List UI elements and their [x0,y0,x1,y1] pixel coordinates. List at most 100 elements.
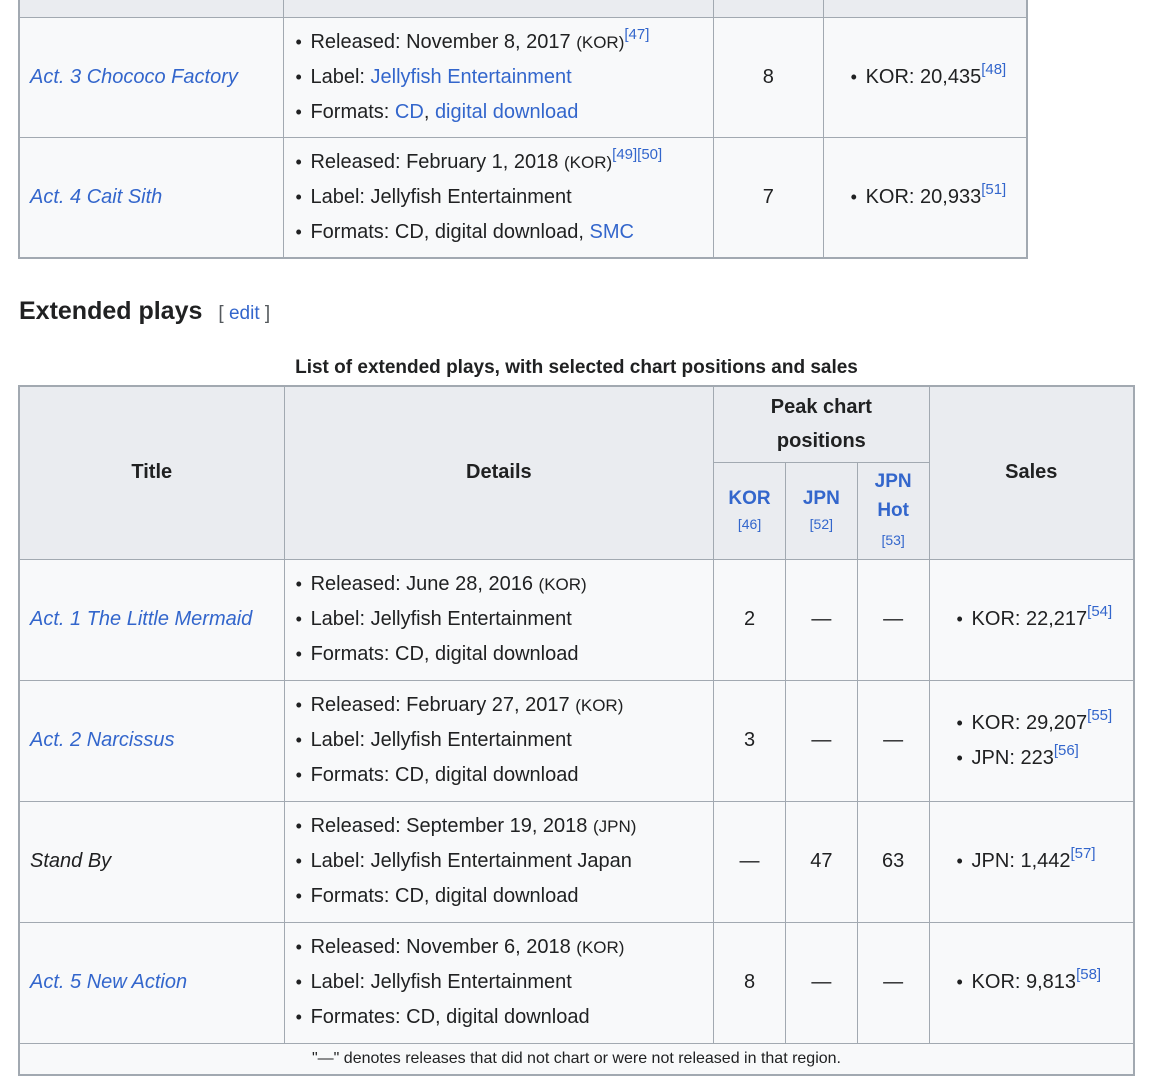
album-title-link[interactable]: Act. 4 Cait Sith [30,186,162,208]
formats-item: Formats: CD, digital download [295,95,713,130]
ep-title-link[interactable]: Act. 1 The Little Mermaid [30,608,252,630]
peak-kor: 3 [713,679,786,802]
table-header-row: Title Details Peak chart positions Sales [18,385,1135,560]
column-header-jpn-hot: JPN Hot [53] [856,461,930,560]
sales-item: KOR: 20,435[48] [851,60,1026,95]
sales-item: KOR: 29,207[55] [957,706,1133,741]
sales-cell: KOR: 20,933[51] [822,136,1028,259]
citation-ref[interactable]: [51] [981,181,1006,198]
citation-ref[interactable]: [58] [1076,966,1101,983]
sales-cell: KOR: 29,207[55] JPN: 223[56] [928,679,1135,802]
sales-cell: KOR: 9,813[58] [928,921,1135,1044]
peak-kor: 2 [713,558,786,681]
peak-kor: — [713,800,786,923]
released-item: Released: September 19, 2018 (JPN) [296,809,714,844]
citation-ref[interactable]: [46] [738,516,761,532]
table-row: Act. 5 New Action Released: November 6, … [18,921,1135,1044]
column-header-title: Title [18,385,285,560]
format-cd-link[interactable]: CD [395,101,424,123]
sales-item: JPN: 223[56] [957,741,1133,776]
label-item: Label: Jellyfish Entertainment Japan [296,844,714,879]
citation-ref[interactable]: [55] [1087,707,1112,724]
format-download-link[interactable]: digital download [435,101,578,123]
ep-details: Released: June 28, 2016 (KOR) Label: Jel… [283,558,715,681]
album-title[interactable]: Act. 3 Chococo Factory [18,16,285,138]
citation-ref[interactable]: [53] [881,532,904,548]
ep-title[interactable]: Act. 2 Narcissus [18,679,285,802]
formats-item: Formats: CD, digital download, SMC [295,215,713,250]
edit-link[interactable]: edit [229,303,260,324]
ep-title[interactable]: Act. 1 The Little Mermaid [18,558,285,681]
label-item: Label: Jellyfish Entertainment [295,180,713,215]
citation-ref[interactable]: [47] [624,26,649,43]
table-row: Act. 2 Narcissus Released: February 27, … [18,679,1135,802]
table-header-row [18,0,1028,18]
formats-item: Formats: CD, digital download [296,758,714,793]
jpn-hot-chart-link-line2[interactable]: Hot [877,500,909,521]
ep-title-link[interactable]: Act. 5 New Action [30,971,187,993]
label-item: Label: Jellyfish Entertainment [296,965,714,1000]
album-details: Released: November 8, 2017 (KOR)[47] Lab… [283,16,715,138]
jpn-hot-chart-link-line1[interactable]: JPN [875,471,912,492]
extended-plays-table: Title Details Peak chart positions Sales… [18,385,1135,1076]
ep-title: Stand By [18,800,285,923]
peak-jpn: — [784,558,858,681]
released-item: Released: November 6, 2018 (KOR) [296,930,714,965]
table-row: Act. 4 Cait Sith Released: February 1, 2… [18,136,1028,259]
peak-jpn: — [784,679,858,802]
jpn-chart-link[interactable]: JPN [803,488,840,509]
citation-ref[interactable]: [49][50] [612,146,662,163]
edit-section: [ edit ] [218,303,271,324]
citation-ref[interactable]: [56] [1054,742,1079,759]
ep-title-link[interactable]: Act. 2 Narcissus [30,729,174,751]
table-row: Act. 1 The Little Mermaid Released: June… [18,558,1135,681]
formats-item: Formats: CD, digital download [296,637,714,672]
peak-jpn-hot: — [856,921,930,1044]
peak-jpn: 47 [784,800,858,923]
released-item: Released: February 27, 2017 (KOR) [296,688,714,723]
peak-jpn-hot: — [856,679,930,802]
formats-item: Formates: CD, digital download [296,1000,714,1035]
column-header-kor: KOR [46] [713,461,786,560]
table-row: Act. 3 Chococo Factory Released: Novembe… [18,16,1028,138]
peak-position: 7 [713,136,824,259]
citation-ref[interactable]: [57] [1071,845,1096,862]
table-footnote: "—" denotes releases that did not chart … [18,1042,1135,1075]
format-smc-link[interactable]: SMC [589,221,633,243]
peak-jpn-hot: 63 [856,800,930,923]
ep-details: Released: September 19, 2018 (JPN) Label… [283,800,715,923]
column-header-sales: Sales [928,385,1135,560]
label-item: Label: Jellyfish Entertainment [296,723,714,758]
sales-cell: KOR: 20,435[48] [822,16,1028,138]
column-header-details: Details [283,385,715,560]
ep-details: Released: November 6, 2018 (KOR) Label: … [283,921,715,1044]
footnote-row: "—" denotes releases that did not chart … [18,1042,1135,1075]
peak-kor: 8 [713,921,786,1044]
album-title[interactable]: Act. 4 Cait Sith [18,136,285,259]
formats-item: Formats: CD, digital download [296,879,714,914]
released-item: Released: November 8, 2017 (KOR)[47] [295,25,713,60]
sales-item: JPN: 1,442[57] [957,844,1133,879]
kor-chart-link[interactable]: KOR [728,488,770,509]
album-title-link[interactable]: Act. 3 Chococo Factory [30,66,238,88]
released-item: Released: June 28, 2016 (KOR) [296,567,714,602]
ep-title[interactable]: Act. 5 New Action [18,921,285,1044]
citation-ref[interactable]: [48] [981,61,1006,78]
peak-position: 8 [713,16,824,138]
peak-jpn: — [784,921,858,1044]
sales-item: KOR: 22,217[54] [957,602,1133,637]
citation-ref[interactable]: [54] [1087,603,1112,620]
citation-ref[interactable]: [52] [810,516,833,532]
sales-cell: JPN: 1,442[57] [928,800,1135,923]
peak-jpn-hot: — [856,558,930,681]
section-heading: Extended plays[ edit ] [19,297,271,325]
studio-albums-table: Act. 3 Chococo Factory Released: Novembe… [18,0,1028,259]
sales-cell: KOR: 22,217[54] [928,558,1135,681]
label-item: Label: Jellyfish Entertainment [296,602,714,637]
column-header-peak: Peak chart positions [713,385,930,463]
ep-details: Released: February 27, 2017 (KOR) Label:… [283,679,715,802]
column-header-jpn: JPN [52] [784,461,858,560]
table-caption: List of extended plays, with selected ch… [295,357,858,378]
album-details: Released: February 1, 2018 (KOR)[49][50]… [283,136,715,259]
label-link[interactable]: Jellyfish Entertainment [371,66,572,88]
